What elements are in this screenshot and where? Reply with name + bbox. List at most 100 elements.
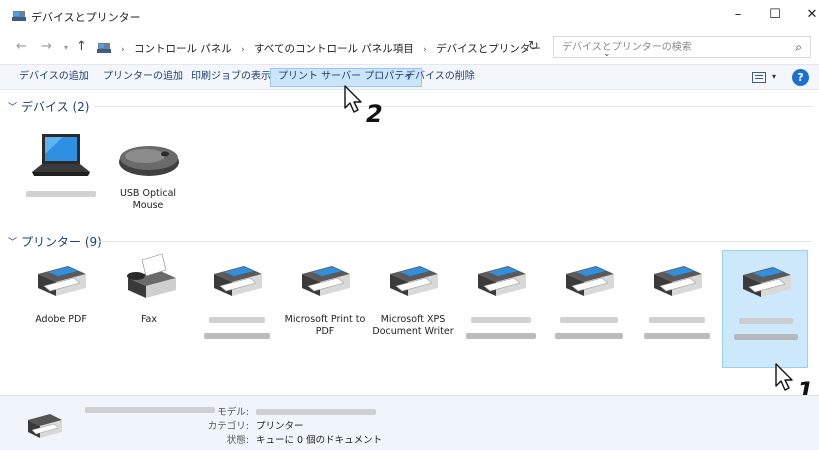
selected-printer-name-redacted bbox=[84, 404, 216, 419]
redacted-text bbox=[256, 409, 377, 415]
mouse-pointer-icon bbox=[775, 363, 793, 391]
window-title: デバイスとプリンター bbox=[31, 11, 141, 24]
printer-name-redacted bbox=[636, 314, 718, 346]
printer-icon bbox=[743, 267, 791, 297]
printer-name-redacted bbox=[196, 314, 278, 346]
recent-locations-chevron-icon[interactable]: ▾ bbox=[64, 43, 68, 52]
printer-redacted-4[interactable] bbox=[634, 250, 720, 368]
redacted-text bbox=[26, 191, 96, 197]
redacted-text bbox=[734, 334, 798, 340]
divider bbox=[96, 241, 813, 242]
details-pane: モデル: カテゴリ: プリンター 状態: キューに 0 個のドキュメント bbox=[0, 395, 819, 450]
fax-icon bbox=[127, 253, 176, 298]
printer-icon bbox=[478, 266, 526, 296]
devices-printers-app-icon bbox=[12, 11, 26, 21]
control-panel-icon bbox=[97, 43, 111, 53]
detail-category-row: カテゴリ: プリンター bbox=[201, 418, 304, 432]
search-box[interactable]: ⌕ bbox=[553, 36, 811, 58]
change-view-icon[interactable] bbox=[752, 72, 766, 83]
model-label: モデル: bbox=[217, 407, 249, 418]
redacted-text bbox=[560, 317, 618, 323]
redacted-text bbox=[649, 317, 705, 323]
printer-redacted-3[interactable] bbox=[546, 250, 632, 368]
redacted-text bbox=[471, 317, 531, 323]
printers-group-header[interactable]: ﹀ プリンター (9) bbox=[8, 232, 813, 250]
printer-icon bbox=[302, 266, 350, 296]
status-value: キューに 0 個のドキュメント bbox=[256, 435, 383, 446]
breadcrumb-separator-icon: › bbox=[241, 45, 245, 55]
printer-redacted-2[interactable] bbox=[458, 250, 544, 368]
step-number-2: 2 bbox=[366, 100, 383, 128]
add-printer-button[interactable]: プリンターの追加 bbox=[96, 68, 190, 87]
divider bbox=[94, 106, 813, 107]
device-name: USB Optical Mouse bbox=[119, 188, 177, 211]
printer-adobe-pdf[interactable]: Adobe PDF bbox=[18, 250, 104, 368]
redacted-text bbox=[739, 318, 793, 324]
collapse-chevron-icon[interactable]: ﹀ bbox=[8, 235, 17, 248]
redacted-text bbox=[209, 317, 265, 323]
printer-fax[interactable]: Fax bbox=[106, 250, 192, 368]
breadcrumb-separator-icon: › bbox=[423, 45, 427, 55]
detail-status-row: 状態: キューに 0 個のドキュメント bbox=[201, 432, 382, 446]
status-label: 状態: bbox=[226, 435, 249, 446]
redacted-text bbox=[85, 407, 215, 413]
mouse-pointer-icon bbox=[344, 85, 362, 113]
breadcrumb: › コントロール パネル › すべてのコントロール パネル項目 › デバイスとプ… bbox=[115, 41, 541, 56]
printer-redacted-5[interactable] bbox=[722, 250, 808, 368]
view-print-jobs-button[interactable]: 印刷ジョブの表示 bbox=[184, 68, 278, 87]
refresh-icon[interactable]: ↻ bbox=[528, 39, 539, 54]
printer-name-redacted bbox=[548, 314, 630, 346]
printer-name: Adobe PDF bbox=[35, 314, 87, 325]
breadcrumb-all-items[interactable]: すべてのコントロール パネル項目 bbox=[254, 43, 414, 55]
close-button[interactable]: ✕ bbox=[798, 5, 819, 25]
printer-icon bbox=[38, 266, 86, 296]
printer-name: Fax bbox=[140, 314, 158, 325]
printers-group-title: プリンター (9) bbox=[21, 235, 102, 249]
devices-group-header[interactable]: ﹀ デバイス (2) bbox=[8, 97, 813, 115]
printer-icon bbox=[214, 266, 262, 296]
device-name-redacted bbox=[20, 188, 102, 204]
printer-icon bbox=[28, 414, 62, 438]
forward-arrow-icon[interactable]: → bbox=[41, 39, 52, 54]
add-device-button[interactable]: デバイスの追加 bbox=[12, 68, 96, 87]
printer-icon bbox=[654, 266, 702, 296]
device-usb-mouse[interactable]: USB Optical Mouse bbox=[105, 124, 191, 242]
breadcrumb-control-panel[interactable]: コントロール パネル bbox=[134, 43, 232, 55]
mouse-icon bbox=[119, 146, 179, 176]
collapse-chevron-icon[interactable]: ﹀ bbox=[8, 100, 17, 113]
devices-group-title: デバイス (2) bbox=[21, 100, 90, 114]
detail-model-row: モデル: bbox=[201, 404, 377, 418]
help-icon[interactable]: ? bbox=[792, 69, 809, 86]
minimize-button[interactable]: – bbox=[724, 5, 752, 25]
search-input[interactable] bbox=[562, 40, 782, 55]
printer-name-redacted bbox=[725, 315, 807, 347]
up-arrow-icon[interactable]: ↑ bbox=[76, 39, 87, 54]
printer-icon bbox=[390, 266, 438, 296]
category-label: カテゴリ: bbox=[207, 421, 249, 432]
device-laptop[interactable] bbox=[18, 124, 104, 242]
laptop-icon bbox=[32, 134, 90, 176]
remove-device-button[interactable]: デバイスの削除 bbox=[398, 68, 482, 87]
command-bar: デバイスの追加 プリンターの追加 印刷ジョブの表示 プリント サーバー プロパテ… bbox=[0, 64, 819, 90]
title-bar: デバイスとプリンター – ☐ ✕ bbox=[0, 0, 819, 30]
address-bar[interactable]: › コントロール パネル › すべてのコントロール パネル項目 › デバイスとプ… bbox=[94, 36, 611, 59]
redacted-text bbox=[466, 333, 536, 339]
redacted-text bbox=[644, 333, 710, 339]
printer-name: Microsoft Print to PDF bbox=[284, 314, 366, 337]
printer-name-redacted bbox=[460, 314, 542, 346]
redacted-text bbox=[555, 333, 623, 339]
back-arrow-icon[interactable]: ← bbox=[16, 39, 27, 54]
view-options-chevron-icon[interactable]: ▾ bbox=[772, 72, 776, 81]
maximize-button[interactable]: ☐ bbox=[761, 5, 789, 25]
printer-name: Microsoft XPS Document Writer bbox=[372, 314, 454, 337]
address-bar-row: ← → ▾ ↑ › コントロール パネル › すべてのコントロール パネル項目 … bbox=[0, 30, 819, 64]
printer-icon bbox=[566, 266, 614, 296]
printer-redacted-1[interactable] bbox=[194, 250, 280, 368]
printer-microsoft-xps-document-writer[interactable]: Microsoft XPS Document Writer bbox=[370, 250, 456, 368]
search-icon[interactable]: ⌕ bbox=[795, 40, 802, 55]
category-value: プリンター bbox=[256, 421, 304, 432]
breadcrumb-separator-icon: › bbox=[121, 45, 125, 55]
redacted-text bbox=[204, 333, 270, 339]
breadcrumb-devices-printers[interactable]: デバイスとプリンター bbox=[436, 43, 541, 55]
printer-microsoft-print-to-pdf[interactable]: Microsoft Print to PDF bbox=[282, 250, 368, 368]
